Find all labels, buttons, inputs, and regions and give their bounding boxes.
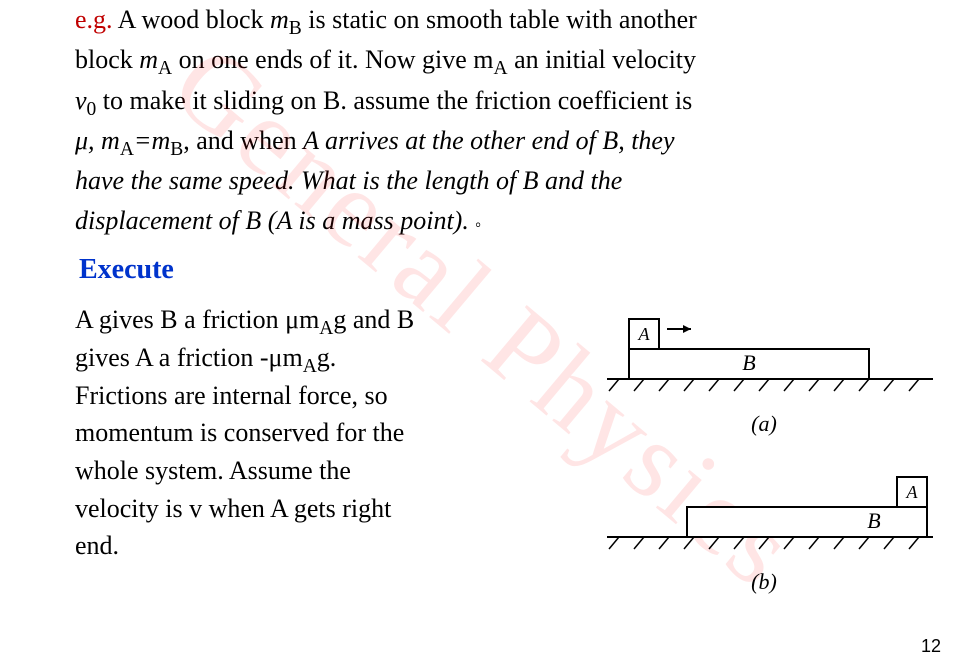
problem-line-1: e.g. A wood block mB is static on smooth… [75,0,939,40]
execute-heading: Execute [79,248,939,291]
sub-A2: A [303,356,317,377]
figure-b: B A [589,459,939,559]
problem-line-6: displacement of B (A is a mass point). 。 [75,201,939,241]
text: an initial velocity [508,45,696,74]
solution-line-1: A gives B a friction μmAg and B [75,301,569,339]
figure-a-label: (a) [589,407,939,441]
text: A gives B a friction μm [75,305,319,334]
text: , and when [183,126,303,155]
problem-statement: e.g. A wood block mB is static on smooth… [75,0,939,242]
block-A-label-b: A [906,482,919,502]
italic-phrase: displacement of B (A is a mass point). [75,206,475,235]
text: g and B [333,305,414,334]
sub-A: A [158,58,172,79]
text: block [75,45,139,74]
text: is static on smooth table with another [302,5,697,34]
trailing-dot: 。 [475,216,489,231]
text: to make it sliding on B. assume the fric… [96,86,692,115]
sub-0: 0 [87,99,97,120]
var-v: v [75,86,87,115]
problem-line-2: block mA on one ends of it. Now give mA … [75,40,939,80]
solution-text: A gives B a friction μmAg and B gives A … [75,301,569,617]
sub-B: B [289,18,302,39]
eg-prefix: e.g. [75,5,113,34]
solution-line-4: momentum is conserved for the [75,414,569,452]
solution-line-6: velocity is v when A gets right [75,490,569,528]
problem-line-4: μ, mA=mB, and when A arrives at the othe… [75,121,939,161]
sub-B2: B [170,139,183,160]
eq-mB: =m [134,126,170,155]
problem-line-3: v0 to make it sliding on B. assume the f… [75,81,939,121]
problem-line-5: have the same speed. What is the length … [75,161,939,201]
figure-b-label: (b) [589,565,939,599]
sub-A: A [319,318,333,339]
text: g. [317,343,337,372]
solution-line-3: Frictions are internal force, so [75,377,569,415]
solution-line-2: gives A a friction -μmAg. [75,339,569,377]
solution-line-5: whole system. Assume the [75,452,569,490]
page-number: 12 [921,633,941,661]
var-mB: m [270,5,289,34]
italic-phrase: A arrives at the other end of B, they [303,126,674,155]
block-A-label: A [638,324,651,344]
block-B-label-b: B [867,508,880,533]
solution-line-7: end. [75,527,569,565]
var-mu-mA: μ, m [75,126,120,155]
sub-A3: A [120,139,134,160]
text: gives A a friction -μm [75,343,303,372]
text: on one ends of it. Now give m [172,45,493,74]
sub-A2: A [493,58,507,79]
var-mA: m [139,45,158,74]
block-B-label: B [742,350,755,375]
text: A wood block [113,5,270,34]
figure-a: B A [589,301,939,401]
